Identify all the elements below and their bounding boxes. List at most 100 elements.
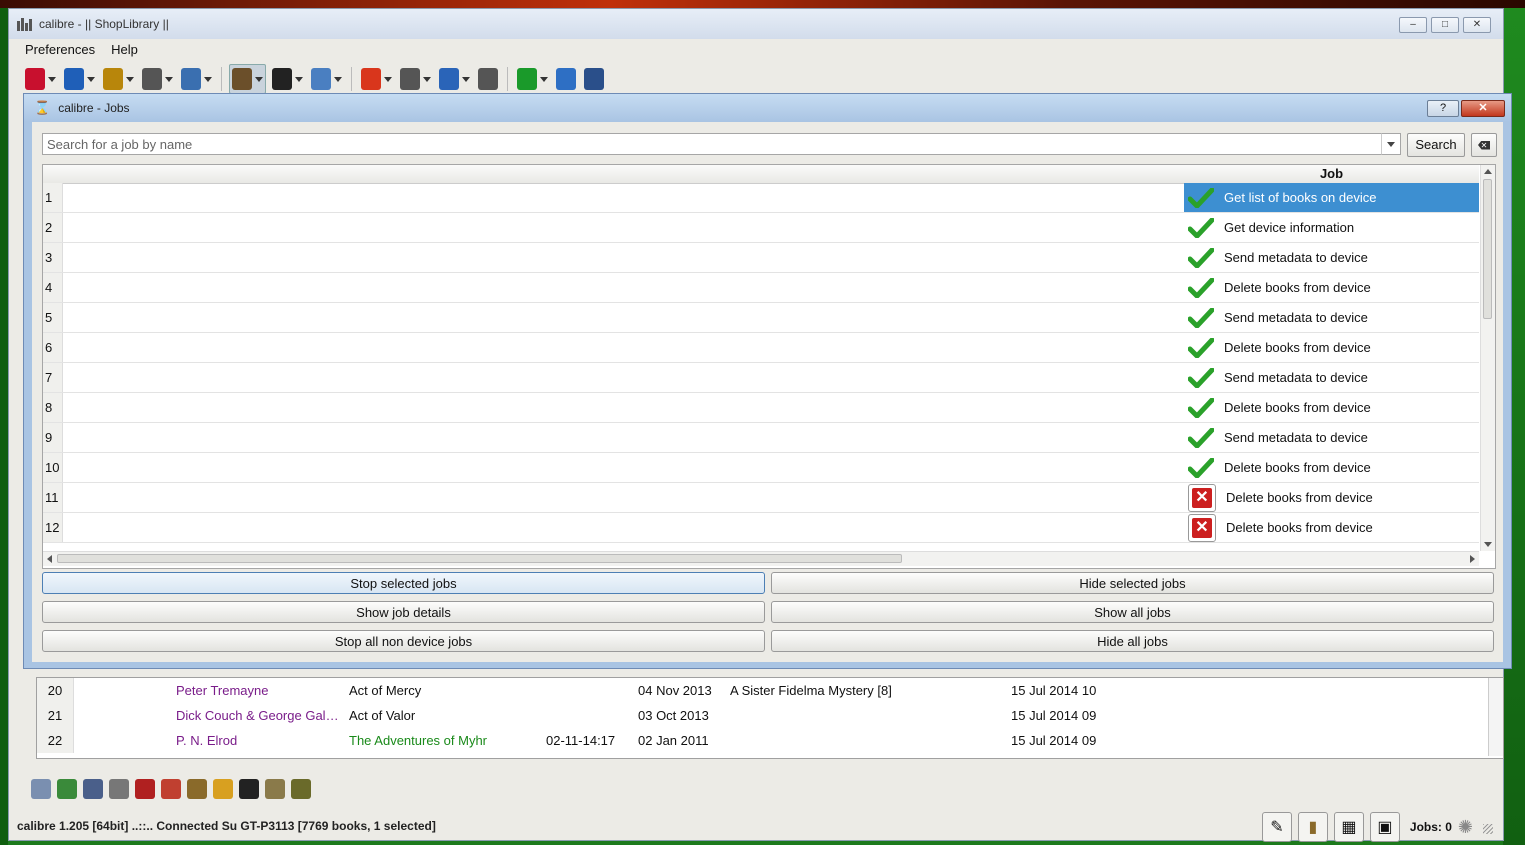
book-list-scrollbar[interactable] [1488,678,1503,756]
tag-browser-toggle-icon[interactable]: ✎ [1261,812,1292,842]
job-row[interactable]: 10 Delete books from device [43,453,1479,483]
toolbar-button[interactable] [179,65,214,93]
toolbar-button[interactable] [476,65,500,93]
clean-icon[interactable] [213,779,233,799]
chevron-down-icon[interactable] [204,76,212,82]
scroll-up-icon[interactable] [1484,169,1492,174]
epub-icon[interactable] [187,779,207,799]
chevron-down-icon[interactable] [334,76,342,82]
job-row[interactable]: 5 Send metadata to device [43,303,1479,333]
toolbar-button[interactable] [140,65,175,93]
add-to-library-icon[interactable] [265,779,285,799]
preview-icon[interactable] [31,779,51,799]
scroll-left-icon[interactable] [47,555,52,563]
job-search-input[interactable]: Search for a job by name [42,133,1388,155]
show-all-jobs-button[interactable]: Show all jobs [771,601,1494,623]
minimize-button[interactable]: – [1399,17,1427,33]
job-row[interactable]: 1 Get list of books on device [43,183,1479,213]
stop-all-non-device-jobs-button[interactable]: Stop all non device jobs [42,630,765,652]
chevron-down-icon[interactable] [87,76,95,82]
jobs-vertical-scrollbar[interactable] [1480,165,1495,551]
jobs-horizontal-scrollbar[interactable] [43,551,1479,566]
book-row[interactable]: 22 P. N. Elrod The Adventures of Myhr 02-11… [37,728,1387,753]
toolbar-button[interactable] [359,65,394,93]
chevron-down-icon[interactable] [462,76,470,82]
chevron-down-icon[interactable] [295,76,303,82]
toolbar-button[interactable] [23,65,58,93]
chevron-down-icon[interactable] [165,76,173,82]
job-cell[interactable]: Delete books from device [1184,453,1479,482]
library-check-icon[interactable] [57,779,77,799]
clear-search-button[interactable]: ✕ [1471,133,1497,157]
resize-grip[interactable] [1483,824,1493,834]
chevron-down-icon[interactable] [384,76,392,82]
bookmark-icon[interactable] [161,779,181,799]
chevron-down-icon[interactable] [540,76,548,82]
catalog-icon[interactable] [83,779,103,799]
toolbar-button[interactable] [101,65,136,93]
scroll-thumb-horizontal[interactable] [57,554,902,563]
toolbar-button[interactable] [582,65,606,93]
menu-help[interactable]: Help [111,42,138,57]
tweak-icon[interactable] [109,779,129,799]
toolbar-button[interactable] [554,65,578,93]
help-button[interactable]: ? [1427,100,1459,117]
job-cell[interactable]: Get list of books on device [1184,183,1479,212]
job-row[interactable]: 8 Delete books from device [43,393,1479,423]
toolbar-button[interactable] [270,65,305,93]
job-cell[interactable]: Delete books from device [1184,273,1479,302]
row-number: 4 [43,273,63,302]
toolbar-button[interactable] [62,65,97,93]
cover-grid-icon[interactable]: ▦ [1333,812,1364,842]
job-cell[interactable]: Send metadata to device [1184,423,1479,452]
toolbar-button[interactable] [437,65,472,93]
chevron-down-icon[interactable] [126,76,134,82]
chevron-down-icon[interactable] [423,76,431,82]
mark-icon[interactable] [291,779,311,799]
job-row[interactable]: 12 ✕ Delete books from device [43,513,1479,543]
close-dialog-button[interactable]: ✕ [1461,100,1505,117]
chevron-down-icon[interactable] [48,76,56,82]
menu-preferences[interactable]: Preferences [25,42,95,57]
scroll-right-icon[interactable] [1470,555,1475,563]
show-job-details-button[interactable]: Show job details [42,601,765,623]
search-history-dropdown[interactable] [1381,133,1401,155]
toolbar-button[interactable] [229,64,266,94]
job-column-header[interactable]: Job [1184,165,1479,184]
job-cell[interactable]: Delete books from device [1184,393,1479,422]
maximize-button[interactable]: □ [1431,17,1459,33]
job-cell[interactable]: Send metadata to device [1184,303,1479,332]
book-row[interactable]: 21 Dick Couch & George Gal… Act of Valor 03… [37,703,1387,728]
job-cell[interactable]: ✕ Delete books from device [1184,483,1479,512]
job-row[interactable]: 6 Delete books from device [43,333,1479,363]
hide-all-jobs-button[interactable]: Hide all jobs [771,630,1494,652]
stop-selected-jobs-button[interactable]: Stop selected jobs [42,572,765,594]
hide-selected-jobs-button[interactable]: Hide selected jobs [771,572,1494,594]
job-cell[interactable]: ✕ Delete books from device [1184,513,1479,542]
toolbar-button[interactable] [309,65,344,93]
job-row[interactable]: 4 Delete books from device [43,273,1479,303]
book-details-toggle-icon[interactable]: ▮ [1297,812,1328,842]
search-button[interactable]: Search [1407,133,1465,157]
scroll-thumb[interactable] [1483,179,1492,319]
scroll-down-icon[interactable] [1484,542,1492,547]
jobs-count-label[interactable]: Jobs: 0 [1410,820,1452,834]
book-row[interactable]: 20 Peter Tremayne Act of Mercy 04 Nov 2013 A… [37,678,1387,703]
job-cell[interactable]: Delete books from device [1184,333,1479,362]
text-icon[interactable] [239,779,259,799]
close-window-button[interactable]: ✕ [1463,17,1491,33]
job-row[interactable]: 11 ✕ Delete books from device [43,483,1479,513]
job-row[interactable]: 3 Send metadata to device [43,243,1479,273]
toolbar-button[interactable] [398,65,433,93]
job-cell[interactable]: Get device information [1184,213,1479,242]
cover-browser-icon[interactable]: ▣ [1369,812,1400,842]
job-cell[interactable]: Send metadata to device [1184,363,1479,392]
job-row[interactable]: 2 Get device information [43,213,1479,243]
annotate-icon[interactable] [135,779,155,799]
toolbar-button[interactable] [515,65,550,93]
checkmark-icon [1188,367,1214,389]
chevron-down-icon[interactable] [255,76,263,82]
job-row[interactable]: 9 Send metadata to device [43,423,1479,453]
job-row[interactable]: 7 Send metadata to device [43,363,1479,393]
job-cell[interactable]: Send metadata to device [1184,243,1479,272]
